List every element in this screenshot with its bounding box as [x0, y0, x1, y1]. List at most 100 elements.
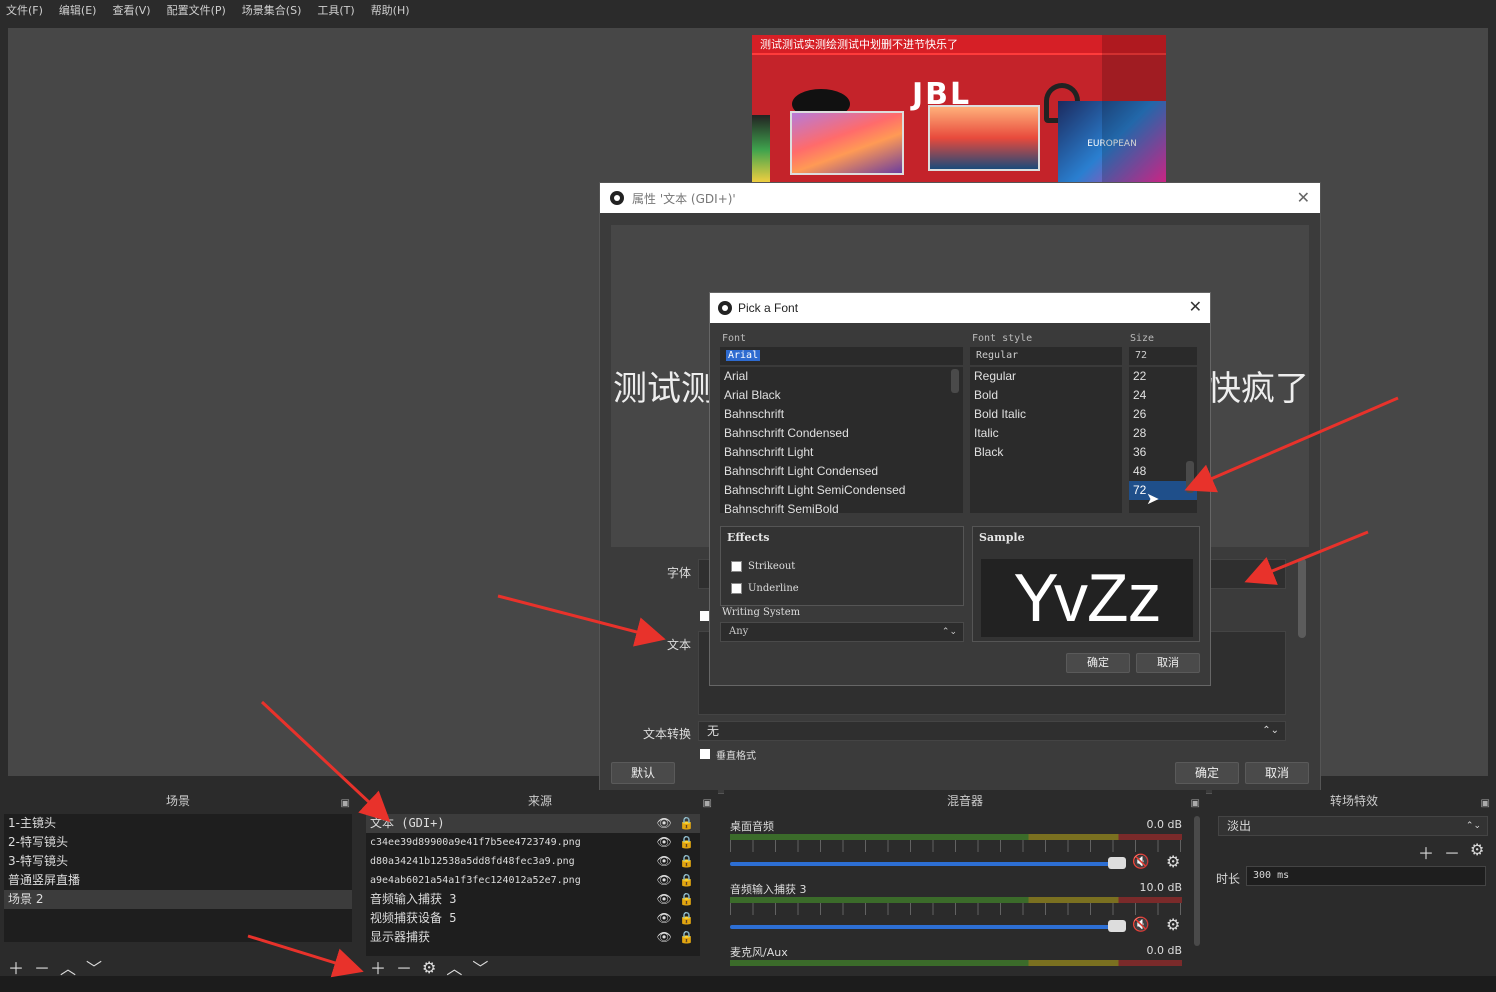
font-list-item[interactable]: Bahnschrift Light — [720, 443, 963, 462]
volume-slider[interactable] — [730, 925, 1116, 929]
font-cancel-button[interactable]: 取消 — [1136, 653, 1200, 673]
size-list-scrollbar[interactable] — [1186, 461, 1194, 493]
vertical-checkbox[interactable] — [700, 749, 710, 759]
font-list[interactable]: Arial Arial Black Bahnschrift Bahnschrif… — [720, 367, 963, 513]
source-item[interactable]: c34ee39d89900a9e41f7b5ee4723749.png 👁 🔒 — [366, 833, 700, 852]
sources-dock: 来源 ▣ 文本 (GDI+) 👁 🔒 c34ee39d89900a9e41f7b5… — [362, 790, 718, 978]
font-list-scrollbar[interactable] — [951, 369, 959, 393]
font-dialog-titlebar[interactable]: Pick a Font ✕ — [710, 293, 1210, 323]
undock-icon[interactable]: ▣ — [703, 793, 712, 815]
font-list-item[interactable]: Bahnschrift SemiBold — [720, 500, 963, 513]
gear-icon[interactable]: ⚙ — [1166, 852, 1180, 871]
size-list-item[interactable]: 28 — [1129, 424, 1197, 443]
menu-scene-collection[interactable]: 场景集合(S) — [242, 2, 302, 18]
scenes-list[interactable]: 1-主镜头 2-特写镜头 3-特写镜头 普通竖屏直播 场景 2 — [4, 814, 352, 942]
gear-icon[interactable]: ⚙ — [1470, 840, 1484, 864]
font-list-item[interactable]: Arial Black — [720, 386, 963, 405]
strikeout-checkbox[interactable] — [731, 561, 742, 572]
style-list-item[interactable]: Black — [970, 443, 1122, 462]
style-list-item[interactable]: Regular — [970, 367, 1122, 386]
source-item[interactable]: 视频捕获设备 5 👁 🔒 — [366, 909, 700, 928]
eye-lock-icon[interactable]: 👁 🔒 — [657, 833, 694, 852]
size-header: Size — [1130, 333, 1155, 344]
font-list-item[interactable]: Arial — [720, 367, 963, 386]
eye-lock-icon[interactable]: 👁 🔒 — [657, 852, 694, 871]
font-list-item[interactable]: Bahnschrift Light SemiCondensed — [720, 481, 963, 500]
speaker-muted-icon[interactable]: 🔇 — [1132, 854, 1149, 870]
transitions-header: 转场特效 ▣ — [1212, 790, 1496, 812]
menu-tools[interactable]: 工具(T) — [317, 2, 354, 18]
writing-system-select[interactable]: Any ⌃⌄ — [720, 622, 964, 642]
font-list-item[interactable]: Bahnschrift Light Condensed — [720, 462, 963, 481]
underline-row[interactable]: Underline — [731, 583, 799, 594]
sources-list[interactable]: 文本 (GDI+) 👁 🔒 c34ee39d89900a9e41f7b5ee472… — [366, 814, 700, 956]
source-label: 视频捕获设备 5 — [370, 911, 457, 925]
add-icon[interactable]: ＋ — [1418, 840, 1434, 864]
font-ok-button[interactable]: 确定 — [1066, 653, 1130, 673]
transition-select[interactable]: 淡出 ⌃⌄ — [1218, 816, 1488, 836]
undock-icon[interactable]: ▣ — [1191, 793, 1200, 815]
source-item[interactable]: d80a34241b12538a5dd8fd48fec3a9.png 👁 🔒 — [366, 852, 700, 871]
menu-file[interactable]: 文件(F) — [6, 2, 43, 18]
properties-scrollbar[interactable] — [1298, 558, 1306, 638]
remove-icon[interactable]: － — [1444, 840, 1460, 864]
mouse-cursor-icon: ➤ — [1146, 489, 1160, 508]
ok-button[interactable]: 确定 — [1175, 762, 1239, 784]
close-icon[interactable]: ✕ — [1297, 188, 1310, 207]
speaker-muted-icon[interactable]: 🔇 — [1132, 917, 1149, 933]
style-list-item[interactable]: Bold — [970, 386, 1122, 405]
style-list-item[interactable]: Italic — [970, 424, 1122, 443]
scene-item[interactable]: 2-特写镜头 — [4, 833, 352, 852]
strikeout-row[interactable]: Strikeout — [731, 561, 795, 572]
eye-lock-icon[interactable]: 👁 🔒 — [657, 890, 694, 909]
eye-lock-icon[interactable]: 👁 🔒 — [657, 871, 694, 890]
gear-icon[interactable]: ⚙ — [1166, 915, 1180, 934]
size-list-item[interactable]: 36 — [1129, 443, 1197, 462]
font-style-input[interactable]: Regular — [970, 347, 1122, 365]
font-list-item[interactable]: Bahnschrift — [720, 405, 963, 424]
cancel-button[interactable]: 取消 — [1245, 762, 1309, 784]
font-size-input[interactable]: 72 — [1129, 347, 1197, 365]
undock-icon[interactable]: ▣ — [1481, 793, 1490, 815]
gear-icon[interactable]: ⚙ — [422, 958, 436, 977]
font-style-list[interactable]: Regular Bold Bold Italic Italic Black — [970, 367, 1122, 513]
scene-item[interactable]: 普通竖屏直播 — [4, 871, 352, 890]
menu-view[interactable]: 查看(V) — [112, 2, 150, 18]
size-list-item[interactable]: 24 — [1129, 386, 1197, 405]
scene-item[interactable]: 1-主镜头 — [4, 814, 352, 833]
duration-label: 时长 — [1216, 872, 1241, 886]
default-button[interactable]: 默认 — [611, 762, 675, 784]
scene-item-selected[interactable]: 场景 2 — [4, 890, 352, 909]
undock-icon[interactable]: ▣ — [341, 793, 350, 815]
font-name-input[interactable]: Arial — [720, 347, 963, 365]
font-dialog-title: Pick a Font — [738, 301, 799, 315]
preview-text-left: 测试测 — [613, 369, 715, 409]
source-item[interactable]: a9e4ab6021a54a1f3fec124012a52e7.png 👁 🔒 — [366, 871, 700, 890]
volume-slider[interactable] — [730, 862, 1116, 866]
eye-lock-icon[interactable]: 👁 🔒 — [657, 928, 694, 947]
style-list-item[interactable]: Bold Italic — [970, 405, 1122, 424]
volume-slider-handle[interactable] — [1108, 920, 1126, 932]
size-list-item[interactable]: 26 — [1129, 405, 1197, 424]
volume-slider-handle[interactable] — [1108, 857, 1126, 869]
underline-checkbox[interactable] — [731, 583, 742, 594]
source-item-selected[interactable]: 文本 (GDI+) 👁 🔒 — [366, 814, 700, 833]
menu-help[interactable]: 帮助(H) — [371, 2, 410, 18]
menu-profile[interactable]: 配置文件(P) — [167, 2, 226, 18]
transform-select[interactable]: 无 ⌃⌄ — [698, 721, 1286, 741]
banner-image-source: 测试测试实测绘测试中划删不进节快乐了 JBL EUROPEAN — [752, 35, 1166, 185]
eye-lock-icon[interactable]: 👁 🔒 — [657, 814, 694, 833]
source-item[interactable]: 音频输入捕获 3 👁 🔒 — [366, 890, 700, 909]
font-list-item[interactable]: Bahnschrift Condensed — [720, 424, 963, 443]
duration-input[interactable]: 300 ms — [1246, 866, 1486, 886]
mixer-channel: 麦克风/Aux 0.0 dB — [730, 944, 1186, 974]
source-item[interactable]: 显示器捕获 👁 🔒 — [366, 928, 700, 947]
scene-item[interactable]: 3-特写镜头 — [4, 852, 352, 871]
close-icon[interactable]: ✕ — [1189, 297, 1202, 316]
size-list-item[interactable]: 22 — [1129, 367, 1197, 386]
menu-edit[interactable]: 编辑(E) — [59, 2, 97, 18]
mixer-scrollbar[interactable] — [1194, 816, 1200, 946]
eye-lock-icon[interactable]: 👁 🔒 — [657, 909, 694, 928]
properties-titlebar[interactable]: 属性 '文本 (GDI+)' ✕ — [600, 183, 1320, 213]
status-bar — [0, 976, 1496, 992]
